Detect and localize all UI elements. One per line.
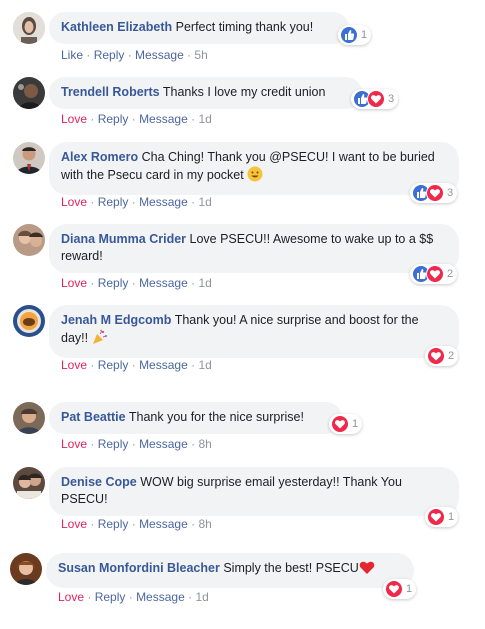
comment-bubble: Trendell Roberts Thanks I love my credit… xyxy=(49,77,362,109)
comment-actions: Love · Reply · Message · 1d xyxy=(61,112,212,126)
reaction-summary[interactable]: 3 xyxy=(410,183,458,203)
comment-actions: Love · Reply · Message · 1d xyxy=(61,195,212,209)
avatar[interactable] xyxy=(13,12,45,44)
reaction-summary[interactable]: 2 xyxy=(425,346,459,366)
smile-emoji xyxy=(247,166,263,187)
timestamp[interactable]: 8h xyxy=(198,517,211,531)
comment-bubble: Denise Cope WOW big surprise email yeste… xyxy=(49,467,459,516)
reaction-summary[interactable]: 1 xyxy=(338,25,372,45)
timestamp[interactable]: 1d xyxy=(198,358,211,372)
timestamp[interactable]: 1d xyxy=(195,590,208,604)
timestamp[interactable]: 1d xyxy=(198,195,211,209)
red-heart-emoji xyxy=(359,560,375,580)
love-icon xyxy=(426,184,444,202)
message-link[interactable]: Message xyxy=(139,112,188,126)
like-link[interactable]: Like xyxy=(61,48,83,62)
message-link[interactable]: Message xyxy=(139,517,188,531)
reaction-count: 2 xyxy=(448,350,455,362)
message-link[interactable]: Message xyxy=(136,590,185,604)
comment-actions: Love · Reply · Message · 8h xyxy=(61,437,212,451)
avatar[interactable] xyxy=(10,553,42,585)
comment-text: Perfect timing thank you! xyxy=(175,20,314,34)
comment-actions: Like · Reply · Message · 5h xyxy=(61,48,208,62)
love-icon xyxy=(331,415,349,433)
love-icon xyxy=(427,347,445,365)
message-link[interactable]: Message xyxy=(135,48,184,62)
love-icon xyxy=(385,580,403,598)
avatar[interactable] xyxy=(13,77,45,109)
avatar[interactable] xyxy=(13,402,45,434)
reply-link[interactable]: Reply xyxy=(94,48,125,62)
avatar[interactable] xyxy=(13,224,45,256)
reaction-count: 1 xyxy=(448,511,455,523)
comment-actions: Love · Reply · Message · 8h xyxy=(61,517,212,531)
comment-bubble: Jenah M Edgcomb Thank you! A nice surpri… xyxy=(49,305,459,358)
reply-link[interactable]: Reply xyxy=(98,195,129,209)
avatar[interactable] xyxy=(13,305,45,337)
love-link[interactable]: Love xyxy=(61,437,87,451)
reply-link[interactable]: Reply xyxy=(98,358,129,372)
reaction-summary[interactable]: 1 xyxy=(425,507,459,527)
reaction-count: 1 xyxy=(352,418,359,430)
comment-text: Thank you for the nice surprise! xyxy=(128,410,304,424)
comment-bubble: Susan Monfordini Bleacher Simply the bes… xyxy=(46,553,414,588)
love-link[interactable]: Love xyxy=(61,195,87,209)
love-icon xyxy=(367,90,385,108)
comment-actions: Love · Reply · Message · 1d xyxy=(58,590,209,604)
comment-author[interactable]: Trendell Roberts xyxy=(61,85,160,99)
love-icon xyxy=(427,508,445,526)
comment-author[interactable]: Pat Beattie xyxy=(61,410,126,424)
timestamp[interactable]: 5h xyxy=(194,48,207,62)
reaction-summary[interactable]: 2 xyxy=(410,264,458,284)
reply-link[interactable]: Reply xyxy=(98,112,129,126)
love-link[interactable]: Love xyxy=(61,358,87,372)
avatar[interactable] xyxy=(13,142,45,174)
message-link[interactable]: Message xyxy=(139,195,188,209)
reply-link[interactable]: Reply xyxy=(95,590,126,604)
love-link[interactable]: Love xyxy=(58,590,84,604)
reply-link[interactable]: Reply xyxy=(98,276,129,290)
comment-text: Thanks I love my credit union xyxy=(162,85,326,99)
reaction-summary[interactable]: 1 xyxy=(329,414,363,434)
party-popper-emoji xyxy=(92,329,108,350)
comment-actions: Love · Reply · Message · 1d xyxy=(61,358,212,372)
timestamp[interactable]: 8h xyxy=(198,437,211,451)
reply-link[interactable]: Reply xyxy=(98,437,129,451)
reaction-count: 2 xyxy=(447,268,454,280)
reaction-count: 3 xyxy=(447,187,454,199)
love-link[interactable]: Love xyxy=(61,276,87,290)
comment-bubble: Alex Romero Cha Ching! Thank you @PSECU!… xyxy=(49,142,459,195)
comment-author[interactable]: Alex Romero xyxy=(61,150,138,164)
timestamp[interactable]: 1d xyxy=(198,112,211,126)
message-link[interactable]: Message xyxy=(139,358,188,372)
love-icon xyxy=(426,265,444,283)
reaction-count: 1 xyxy=(406,583,413,595)
comment-actions: Love · Reply · Message · 1d xyxy=(61,276,212,290)
reply-link[interactable]: Reply xyxy=(98,517,129,531)
comment-bubble: Pat Beattie Thank you for the nice surpr… xyxy=(49,402,342,434)
comment-author[interactable]: Susan Monfordini Bleacher xyxy=(58,561,220,575)
reaction-summary[interactable]: 3 xyxy=(351,89,399,109)
timestamp[interactable]: 1d xyxy=(198,276,211,290)
comment-author[interactable]: Diana Mumma Crider xyxy=(61,232,186,246)
comment-text: Simply the best! PSECU xyxy=(223,561,359,575)
reaction-count: 1 xyxy=(361,29,368,41)
comment-bubble: Kathleen Elizabeth Perfect timing thank … xyxy=(49,12,349,44)
reaction-count: 3 xyxy=(388,93,395,105)
love-link[interactable]: Love xyxy=(61,517,87,531)
like-icon xyxy=(340,26,358,44)
message-link[interactable]: Message xyxy=(139,437,188,451)
reaction-summary[interactable]: 1 xyxy=(383,579,417,599)
avatar[interactable] xyxy=(13,467,45,499)
comment-author[interactable]: Kathleen Elizabeth xyxy=(61,20,172,34)
comment-author[interactable]: Denise Cope xyxy=(61,475,137,489)
love-link[interactable]: Love xyxy=(61,112,87,126)
comment-bubble: Diana Mumma Crider Love PSECU!! Awesome … xyxy=(49,224,459,273)
comment-author[interactable]: Jenah M Edgcomb xyxy=(61,313,171,327)
message-link[interactable]: Message xyxy=(139,276,188,290)
